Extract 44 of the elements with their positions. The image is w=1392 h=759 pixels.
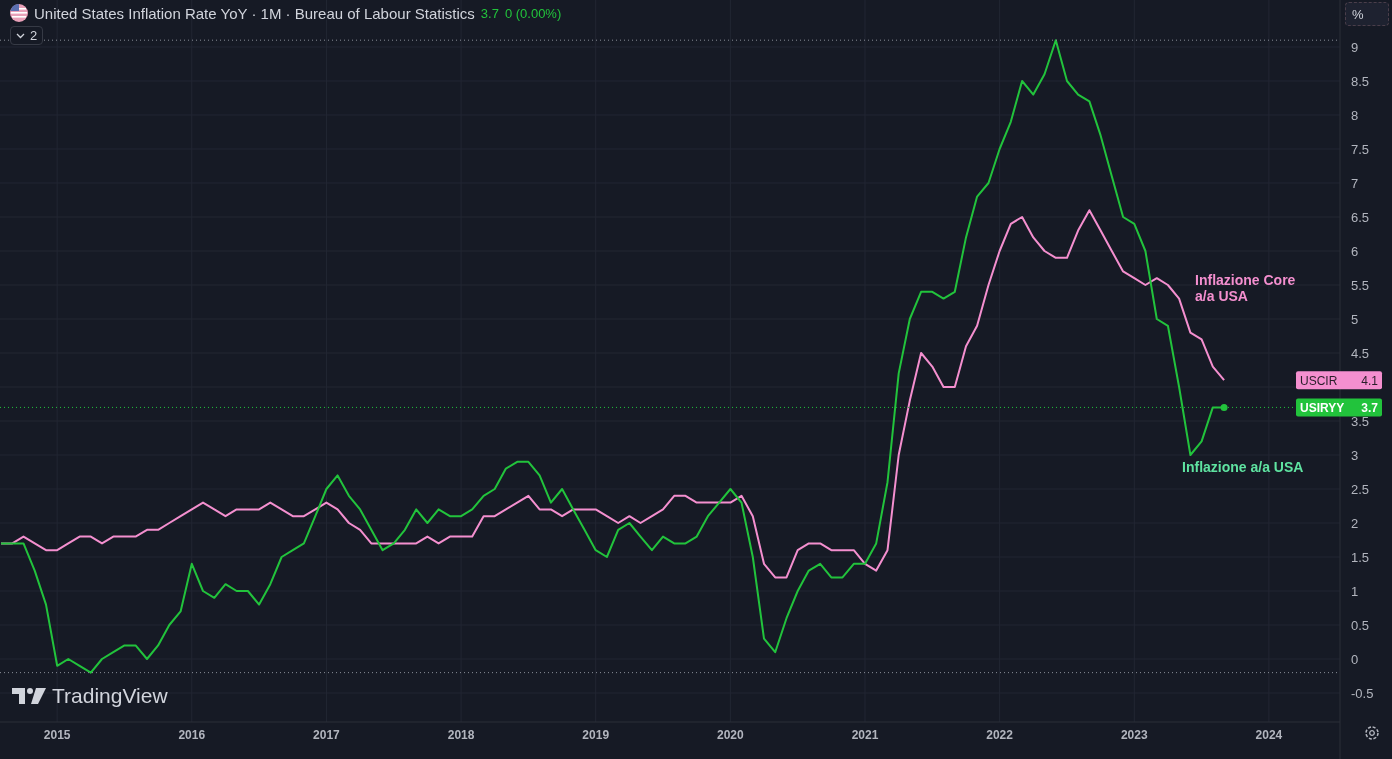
price-label: USCIR 4.1 bbox=[1296, 371, 1382, 390]
axis-label: 2023 bbox=[1120, 728, 1148, 742]
axis-label: 1 bbox=[1351, 584, 1359, 599]
axis-label: 5.5 bbox=[1351, 278, 1370, 293]
logo-icon bbox=[12, 688, 46, 704]
unit-button[interactable]: % bbox=[1345, 2, 1389, 26]
price-label: USIRYY 3.7 bbox=[1296, 398, 1382, 417]
value-change: 0 (0.00%) bbox=[504, 5, 562, 21]
axis-label: 8 bbox=[1351, 108, 1359, 123]
axis-label: 9 bbox=[1351, 40, 1359, 55]
axis-label: 5 bbox=[1351, 312, 1359, 327]
line-label: Inflazione Core a/a USA bbox=[1195, 272, 1296, 305]
axis-label: 4.5 bbox=[1351, 346, 1370, 361]
axis-label: 7 bbox=[1351, 176, 1359, 191]
axis-label: 3 bbox=[1351, 448, 1359, 463]
axis-label: 2022 bbox=[986, 728, 1013, 742]
axis-label: 0 bbox=[1351, 652, 1359, 668]
flag-icon bbox=[10, 4, 28, 22]
axis-label: 2018 bbox=[447, 728, 475, 742]
axis-label: 8.5 bbox=[1351, 74, 1370, 89]
axis-label: 6 bbox=[1351, 244, 1359, 259]
chevron-down-icon bbox=[16, 32, 25, 39]
axis-label: 2 bbox=[1351, 516, 1359, 531]
settings-icon[interactable] bbox=[1365, 726, 1379, 740]
axis-label: 6.5 bbox=[1351, 210, 1370, 225]
axis-label: 3.5 bbox=[1351, 414, 1370, 429]
axis-label: 0.5 bbox=[1351, 618, 1370, 634]
last-point-marker bbox=[1220, 403, 1228, 411]
axis-label: 7.5 bbox=[1351, 142, 1370, 157]
axis-label: 2016 bbox=[178, 728, 206, 742]
watermark-text: TradingView bbox=[52, 684, 168, 708]
axis-label: 2024 bbox=[1255, 728, 1283, 742]
axis-label: 2017 bbox=[313, 728, 340, 742]
collapse-button[interactable]: 2 bbox=[10, 26, 44, 45]
axis-label: 2020 bbox=[717, 728, 744, 742]
symbol-title: United States Inflation Rate YoY · 1M · Bureau of Labour Statistics bbox=[34, 4, 475, 22]
line-label: Inflazione a/a USA bbox=[1182, 459, 1304, 476]
axis-label: 2019 bbox=[582, 728, 610, 742]
axis-label: 2021 bbox=[851, 728, 879, 742]
axis-label: 2015 bbox=[43, 728, 71, 742]
axis-label: -0.5 bbox=[1351, 686, 1374, 702]
last-value: 3.7 bbox=[480, 5, 499, 21]
axis-label: 2.5 bbox=[1351, 482, 1370, 497]
axis-label: 1.5 bbox=[1351, 550, 1370, 565]
